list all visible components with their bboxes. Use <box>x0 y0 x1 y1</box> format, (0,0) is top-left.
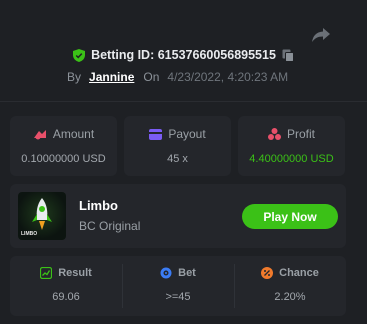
amount-card: Amount 0.10000000 USD <box>10 116 117 176</box>
wallet-icon <box>149 128 163 140</box>
on-label: On <box>143 70 160 84</box>
bet-date: 4/23/2022, 4:20:23 AM <box>167 70 289 84</box>
copy-icon[interactable] <box>282 49 294 62</box>
target-icon <box>160 267 172 279</box>
profit-card: Profit 4.40000000 USD <box>238 116 345 176</box>
game-thumbnail: LIMBO <box>18 192 66 240</box>
betting-id-label: Betting ID: <box>91 48 155 62</box>
chance-value: 2.20% <box>274 291 306 303</box>
game-name: Limbo <box>79 198 118 213</box>
chance-cell: Chance 2.20% <box>234 256 346 316</box>
result-icon <box>40 267 53 279</box>
betting-id-row: Betting ID: 61537660056895515 <box>0 48 367 62</box>
bet-cell: Bet >=45 <box>122 256 234 316</box>
result-cell: Result 69.06 <box>10 256 122 316</box>
percent-icon <box>261 267 274 279</box>
results-card: Result 69.06 Bet >=45 Chance 2.20% <box>10 256 346 316</box>
payout-card: Payout 45 x <box>124 116 231 176</box>
result-label: Result <box>58 267 92 279</box>
coins-icon <box>33 130 46 140</box>
by-label: By <box>67 70 82 84</box>
thumbnail-text: LIMBO <box>21 231 38 237</box>
play-now-button[interactable]: Play Now <box>242 204 338 229</box>
bet-label: Bet <box>178 267 196 279</box>
betting-id-value: 61537660056895515 <box>157 48 276 62</box>
result-value: 69.06 <box>52 291 80 303</box>
shield-check-icon <box>73 48 86 62</box>
amount-label: Amount <box>52 127 95 141</box>
profit-icon <box>267 128 281 140</box>
payout-label: Payout <box>168 127 206 141</box>
amount-value: 0.10000000 USD <box>21 153 106 165</box>
profit-value: 4.40000000 USD <box>249 153 334 165</box>
user-link[interactable]: Jannine <box>89 70 134 84</box>
bet-value: >=45 <box>165 291 191 303</box>
chance-label: Chance <box>279 267 319 279</box>
profit-label: Profit <box>286 127 315 141</box>
game-subtitle: BC Original <box>79 219 141 233</box>
author-row: By Jannine On 4/23/2022, 4:20:23 AM <box>67 70 288 84</box>
share-icon[interactable] <box>311 26 331 44</box>
payout-value: 45 x <box>167 153 188 165</box>
divider <box>0 101 367 102</box>
game-card: LIMBO Limbo BC Original Play Now <box>10 184 346 248</box>
